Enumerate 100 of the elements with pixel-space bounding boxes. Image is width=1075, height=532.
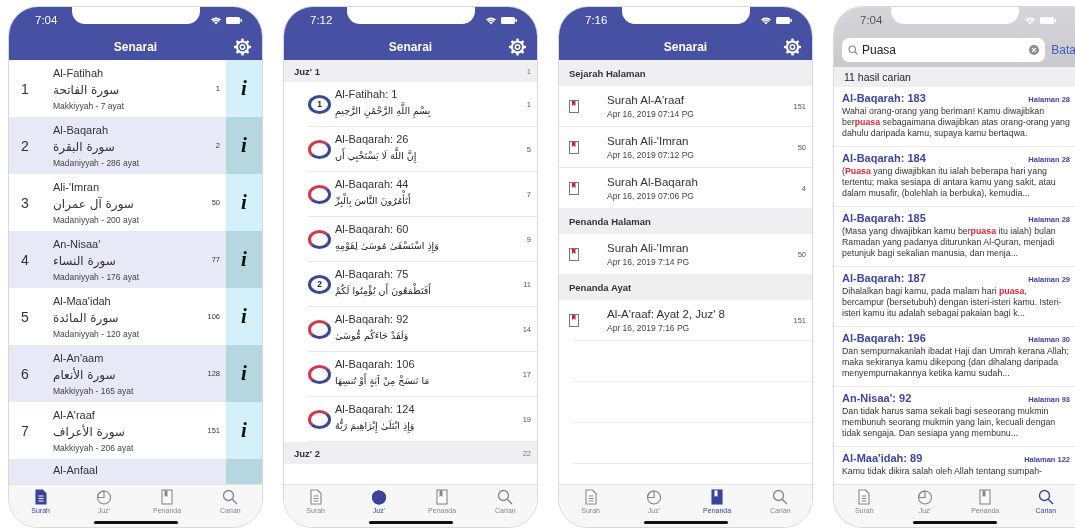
info-button[interactable]: i (226, 174, 262, 231)
surah-name: Al-Fatihah (53, 66, 105, 79)
arabic-name: سورة الفاتحة (53, 81, 120, 99)
bookmark-title: Surah Ali-'Imran (607, 241, 690, 254)
info-button[interactable]: i (226, 117, 262, 174)
document-icon (307, 489, 324, 505)
arabic-verse: بِسْمِ اللَّهِ الرَّحْمَٰنِ الرَّحِيمِ (335, 101, 431, 120)
section-title: Sejarah Halaman (569, 67, 646, 79)
verse-reference: Al-Baqarah: 60 (335, 223, 410, 235)
bookmark-icon (569, 140, 579, 154)
ring-icon (308, 319, 331, 339)
quarter-marker: 2 (308, 274, 331, 294)
pie-chart-icon (916, 489, 933, 505)
ring-icon (308, 364, 331, 384)
ring-icon (308, 139, 331, 159)
settings-icon[interactable] (233, 37, 252, 56)
bookmark-date: Apr 16, 2019 7:16 PG (607, 322, 691, 333)
verse-reference: Al-Fatihah: 1 (335, 88, 399, 100)
verse-snippet: (Masa yang diwajibkan kamu berpuasa itu ialah) bulan Ramadan yang padanya diturunkan Al-Quran, menjadi petunjuk bagi sekalian manusia, dan menja... (842, 226, 1057, 259)
arabic-verse: وَلَقَدْ جَاءَكُم مُّوسَىٰ (335, 328, 409, 343)
verse-reference: Al-Baqarah: 26 (335, 133, 410, 145)
arabic-verse: وَإِذِ ابْتَلَىٰ إِبْرَاهِيمَ رَبُّهُ (335, 416, 415, 435)
surah-number: 5 (20, 308, 30, 325)
ring-icon (308, 184, 331, 204)
book-icon (977, 489, 994, 505)
verse-reference[interactable]: Al-Baqarah: 184 (842, 152, 926, 164)
settings-icon[interactable] (783, 37, 802, 56)
verse-snippet: Kamu tidak dikira salah oleh Allah tentang sumpah- (842, 466, 1043, 477)
search-input[interactable]: Puasa (862, 43, 1026, 57)
arabic-name: سورة البقرة (53, 138, 115, 156)
bookmark-icon (569, 247, 579, 261)
wifi-icon (760, 15, 772, 25)
document-icon (582, 489, 599, 505)
pie-chart-icon (645, 489, 662, 505)
bookmark-icon (569, 99, 579, 113)
surah-details: Makkiyyah - 7 ayat (53, 100, 125, 111)
battery-icon (776, 16, 792, 24)
clear-icon[interactable] (1029, 45, 1040, 55)
surah-details: Makkiyyah - 165 ayat (53, 385, 135, 396)
verse-snippet: Dihalalkan bagi kamu, pada malam hari puasa, bercampur (bersetubuh) dengan isteri-isteri kamu. Isteri-isteri kamu itu adalah sebagai pakaian bagi k... (842, 286, 1063, 319)
pie-chart-icon (370, 489, 387, 505)
surah-row[interactable]: Al-Anfaal (9, 459, 262, 484)
verse-snippet: (Puasa yang diwajibkan itu ialah beberapa hari yang tertentu; maka sesiapa di antara kamu yang sakit, atau dalam musafir, (bolehlah ia berbuka), kemudia... (842, 166, 1057, 199)
status-time: 7:16 (585, 14, 608, 26)
ring-icon (308, 409, 331, 429)
book-icon (709, 489, 726, 505)
info-button[interactable]: i (226, 402, 262, 459)
surah-details: Madaniyyah - 200 ayat (53, 214, 140, 225)
surah-number: 3 (20, 194, 30, 211)
screen-title: Senarai (663, 39, 708, 54)
verse-reference[interactable]: Al-Maa'idah: 89 (842, 452, 923, 464)
arabic-verse: مَا نَنسَخْ مِنْ آيَةٍ أَوْ نُنسِهَا (335, 372, 430, 389)
surah-number: 2 (20, 137, 30, 154)
info-button[interactable]: i (226, 60, 262, 117)
surah-number: 4 (20, 251, 30, 268)
arabic-verse: أَفَتَطْمَعُونَ أَن يُؤْمِنُوا لَكُمْ (335, 282, 431, 299)
surah-details: Madaniyyah - 286 ayat (53, 157, 140, 168)
arabic-verse: إِنَّ اللَّهَ لَا يَسْتَحْيِي أَن (335, 146, 417, 165)
book-icon (434, 489, 451, 505)
surah-number: 6 (20, 365, 30, 382)
arabic-name: سورة المائدة (53, 309, 119, 327)
verse-reference[interactable]: An-Nisaa': 92 (842, 392, 912, 404)
arabic-name: سورة النساء (53, 252, 116, 270)
quarter-marker: 1 (308, 94, 331, 114)
surah-details: Makkiyyah - 206 ayat (53, 442, 135, 453)
status-time: 7:12 (310, 14, 333, 26)
battery-icon (501, 16, 517, 24)
bookmark-title: Surah Al-Baqarah (607, 175, 699, 188)
arabic-name: سورة الأنعام (53, 366, 116, 384)
settings-icon[interactable] (508, 37, 527, 56)
surah-name: An-Nisaa' (53, 237, 102, 250)
arabic-verse: أَتَأْمُرُونَ النَّاسَ بِالْبِرِّ (335, 191, 411, 210)
verse-reference[interactable]: Al-Baqarah: 196 (842, 332, 926, 344)
wifi-icon (485, 15, 497, 25)
bookmark-date: Apr 16, 2019 07:12 PG (607, 149, 695, 160)
verse-snippet: Dan tidak harus sama sekali bagi seseorang mukmin membunuh seorang mukmin yang lain, kecuali dengan tidak sengaja. Dan sesiapa yang membunu... (842, 406, 1057, 439)
section-title: Juz' 2 (294, 447, 321, 459)
surah-name: Al-A'raaf (53, 408, 96, 421)
verse-reference[interactable]: Al-Baqarah: 187 (842, 272, 926, 284)
document-icon (856, 489, 873, 505)
surah-name: Al-Maa'idah (53, 294, 112, 307)
search-field[interactable]: Puasa (842, 38, 1046, 62)
verse-reference[interactable]: Al-Baqarah: 185 (842, 212, 926, 224)
info-button[interactable]: i (226, 231, 262, 288)
verse-reference: Al-Baqarah: 124 (335, 403, 416, 415)
info-button[interactable]: i (226, 288, 262, 345)
section-title: Penanda Ayat (569, 281, 632, 293)
bookmark-icon (569, 313, 579, 327)
info-button[interactable]: i (226, 345, 262, 402)
verse-snippet: Wahai orang-orang yang beriman! Kamu diwajibkan berpuasa sebagaimana diwajibkan atas orang-orang yang dahulu daripada kamu, supaya kamu bertaqwa. (842, 106, 1070, 139)
book-icon (159, 489, 176, 505)
bookmark-date: Apr 16, 2019 7:14 PG (607, 256, 691, 267)
verse-reference[interactable]: Al-Baqarah: 183 (842, 92, 926, 104)
surah-number: 7 (20, 422, 30, 439)
screen-title: Senarai (388, 39, 433, 54)
section-title: Penanda Halaman (569, 215, 651, 227)
pie-chart-icon (95, 489, 112, 505)
battery-icon (226, 16, 242, 24)
surah-name: Al-Baqarah (53, 123, 110, 136)
search-icon (1037, 489, 1054, 505)
